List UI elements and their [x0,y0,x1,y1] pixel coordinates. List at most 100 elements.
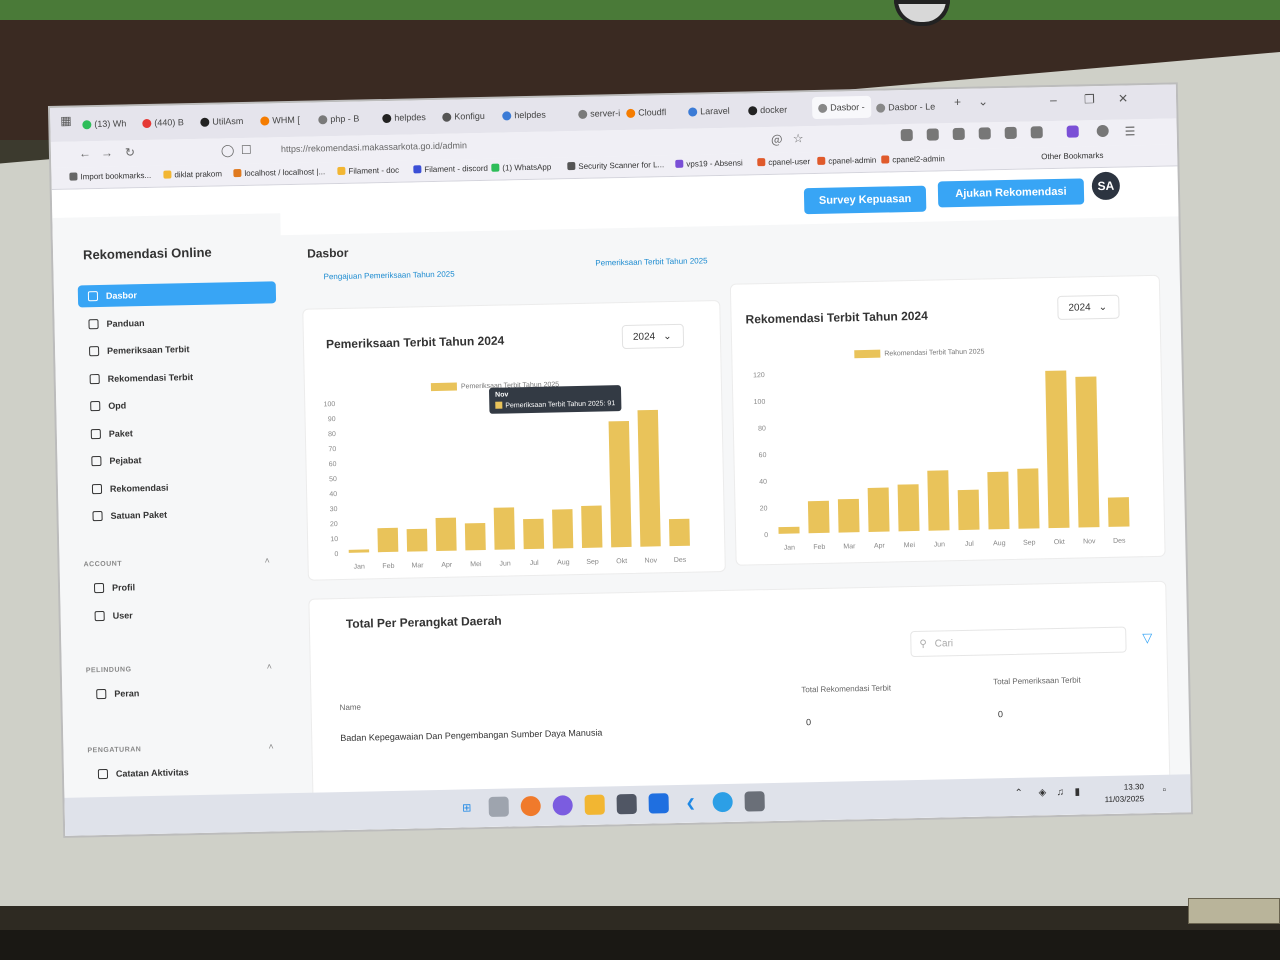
bar[interactable] [1075,376,1100,528]
reload-icon[interactable]: ↻ [125,145,135,159]
minimize-icon[interactable]: – [1050,93,1057,107]
bar[interactable] [1107,497,1130,527]
browser-tab[interactable]: Konfigu [442,107,485,126]
new-tab-icon[interactable]: + [954,95,961,109]
bookmark-item[interactable]: localhost / localhost |... [233,167,325,178]
browser-tab[interactable]: Cloudfl [626,103,666,122]
browser-tab[interactable]: docker [748,101,787,120]
bar[interactable] [987,471,1010,530]
browser-tab[interactable]: php - B [318,110,359,129]
browser-tab[interactable]: (13) Wh [82,114,126,133]
shield-icon[interactable]: ◯ [221,143,235,157]
bookmark-item[interactable]: Security Scanner for L... [567,160,664,171]
tab-overview-icon[interactable]: ▦ [60,114,72,128]
extension-icon[interactable] [978,127,991,140]
column-header-pemeriksaan[interactable]: Total Pemeriksaan Terbit [993,676,1081,687]
bar[interactable] [1045,370,1070,529]
tray-chevron-icon[interactable]: ⌃ [1014,788,1023,799]
chart-legend[interactable]: Rekomendasi Terbit Tahun 2025 [854,347,985,359]
start-icon[interactable]: ⊞ [457,797,477,817]
sidebar-item-pejabat[interactable]: Pejabat [81,446,279,472]
browser-tab[interactable]: helpdes [502,106,546,125]
year-select[interactable]: 2024 ⌄ [621,323,685,350]
sidebar-item-catatan-aktivitas[interactable]: Catatan Aktivitas [88,759,286,785]
bar[interactable] [1017,468,1040,529]
notification-icon[interactable]: ▫ [1162,785,1166,796]
browser-tab[interactable]: helpdes [382,108,426,127]
close-icon[interactable]: ✕ [1118,91,1128,105]
bar[interactable] [897,484,920,532]
sidebar-item-opd[interactable]: Opd [80,391,278,417]
bookmark-item[interactable]: Filament - doc [337,166,399,176]
extension-icon[interactable] [900,128,913,142]
extension-icon[interactable] [952,127,965,141]
volume-icon[interactable]: ♫ [1056,787,1064,798]
chevron-up-icon[interactable]: ˄ [267,661,272,671]
tab-pengajuan-pemeriksaan[interactable]: Pengajuan Pemeriksaan Tahun 2025 [324,270,455,282]
task-view-icon[interactable] [488,796,509,817]
bar[interactable] [927,470,950,531]
app-icon[interactable] [648,793,669,814]
year-select[interactable]: 2024 ⌄ [1057,294,1120,320]
browser-tab[interactable]: server-i [578,104,620,123]
tab-pemeriksaan-terbit[interactable]: Pemeriksaan Terbit Tahun 2025 [595,256,707,267]
bookmark-item[interactable]: cpanel-user [757,157,810,167]
bookmark-star-icon[interactable]: ☆ [793,131,804,145]
sidebar-group-header[interactable]: PELINDUNG [86,666,132,674]
bar[interactable] [608,420,632,548]
extension-icon[interactable] [1066,125,1079,138]
sidebar-item-rekomendasi-terbit[interactable]: Rekomendasi Terbit [79,364,277,390]
browser-icon[interactable] [712,791,733,813]
bookmark-other[interactable]: Other Bookmarks [1041,151,1103,161]
remote-desktop-icon[interactable] [744,791,765,812]
bar[interactable] [957,489,980,531]
bookmark-item[interactable]: Import bookmarks... [69,171,151,182]
sidebar-item-user[interactable]: User [84,601,282,627]
table-row[interactable]: Badan Kepegawaian Dan Pengembangan Sumbe… [309,582,1165,743]
sidebar-item-satuan-paket[interactable]: Satuan Paket [82,501,280,527]
maximize-icon[interactable]: ❐ [1084,92,1095,106]
file-explorer-icon[interactable] [584,794,605,815]
survey-button[interactable]: Survey Kepuasan [803,185,927,215]
bar[interactable] [406,528,428,552]
chevron-up-icon[interactable]: ˄ [268,741,273,751]
terminal-icon[interactable] [616,793,637,815]
sidebar-item-pemeriksaan-terbit[interactable]: Pemeriksaan Terbit [79,336,277,362]
sidebar-group-header[interactable]: ACCOUNT [84,561,123,569]
chevron-down-icon[interactable]: ⌄ [978,94,988,108]
column-header-name[interactable]: Name [340,703,362,712]
browser-tab[interactable]: Dasbor - Le [876,97,935,116]
bookmark-item[interactable]: cpanel2-admin [881,154,945,164]
extension-icon[interactable] [1004,126,1017,140]
sidebar-item-dasbor[interactable]: Dasbor [77,281,277,308]
bar[interactable] [581,505,603,548]
bar[interactable] [493,507,515,550]
bar[interactable] [523,518,545,550]
bookmark-item[interactable]: cpanel-admin [817,156,876,166]
battery-icon[interactable]: ▮ [1074,787,1080,798]
chevron-up-icon[interactable]: ˄ [264,555,269,565]
browser-tab[interactable]: UtilAsm [200,112,243,131]
bar[interactable] [867,487,890,532]
sidebar-item-paket[interactable]: Paket [81,419,279,445]
search-input[interactable]: ⚲ Cari [910,626,1127,658]
download-icon[interactable] [926,128,939,141]
browser-tab[interactable]: Laravel [688,102,730,121]
bookmark-item[interactable]: vps19 - Absensi [675,159,743,169]
bar[interactable] [552,509,574,549]
wifi-icon[interactable]: ◈ [1038,787,1046,798]
browser-tab[interactable]: Dasbor - [811,95,871,120]
bar[interactable] [464,522,486,551]
back-icon[interactable]: ← [79,146,91,160]
sidebar-item-rekomendasi[interactable]: Rekomendasi [82,474,280,500]
browser-tab[interactable]: WHM [ [260,111,300,130]
menu-icon[interactable]: ☰ [1125,124,1136,138]
sidebar-item-panduan[interactable]: Panduan [78,309,276,335]
bookmark-item[interactable]: diklat prakom [163,169,222,179]
taskbar-clock[interactable]: 13.30 11/03/2025 [1104,781,1145,806]
submit-recommendation-button[interactable]: Ajukan Rekomendasi [937,178,1085,208]
column-header-rekomendasi[interactable]: Total Rekomendasi Terbit [801,684,891,695]
browser-tab[interactable]: (440) B [142,113,184,132]
bar[interactable] [668,518,690,547]
bar[interactable] [377,527,399,553]
